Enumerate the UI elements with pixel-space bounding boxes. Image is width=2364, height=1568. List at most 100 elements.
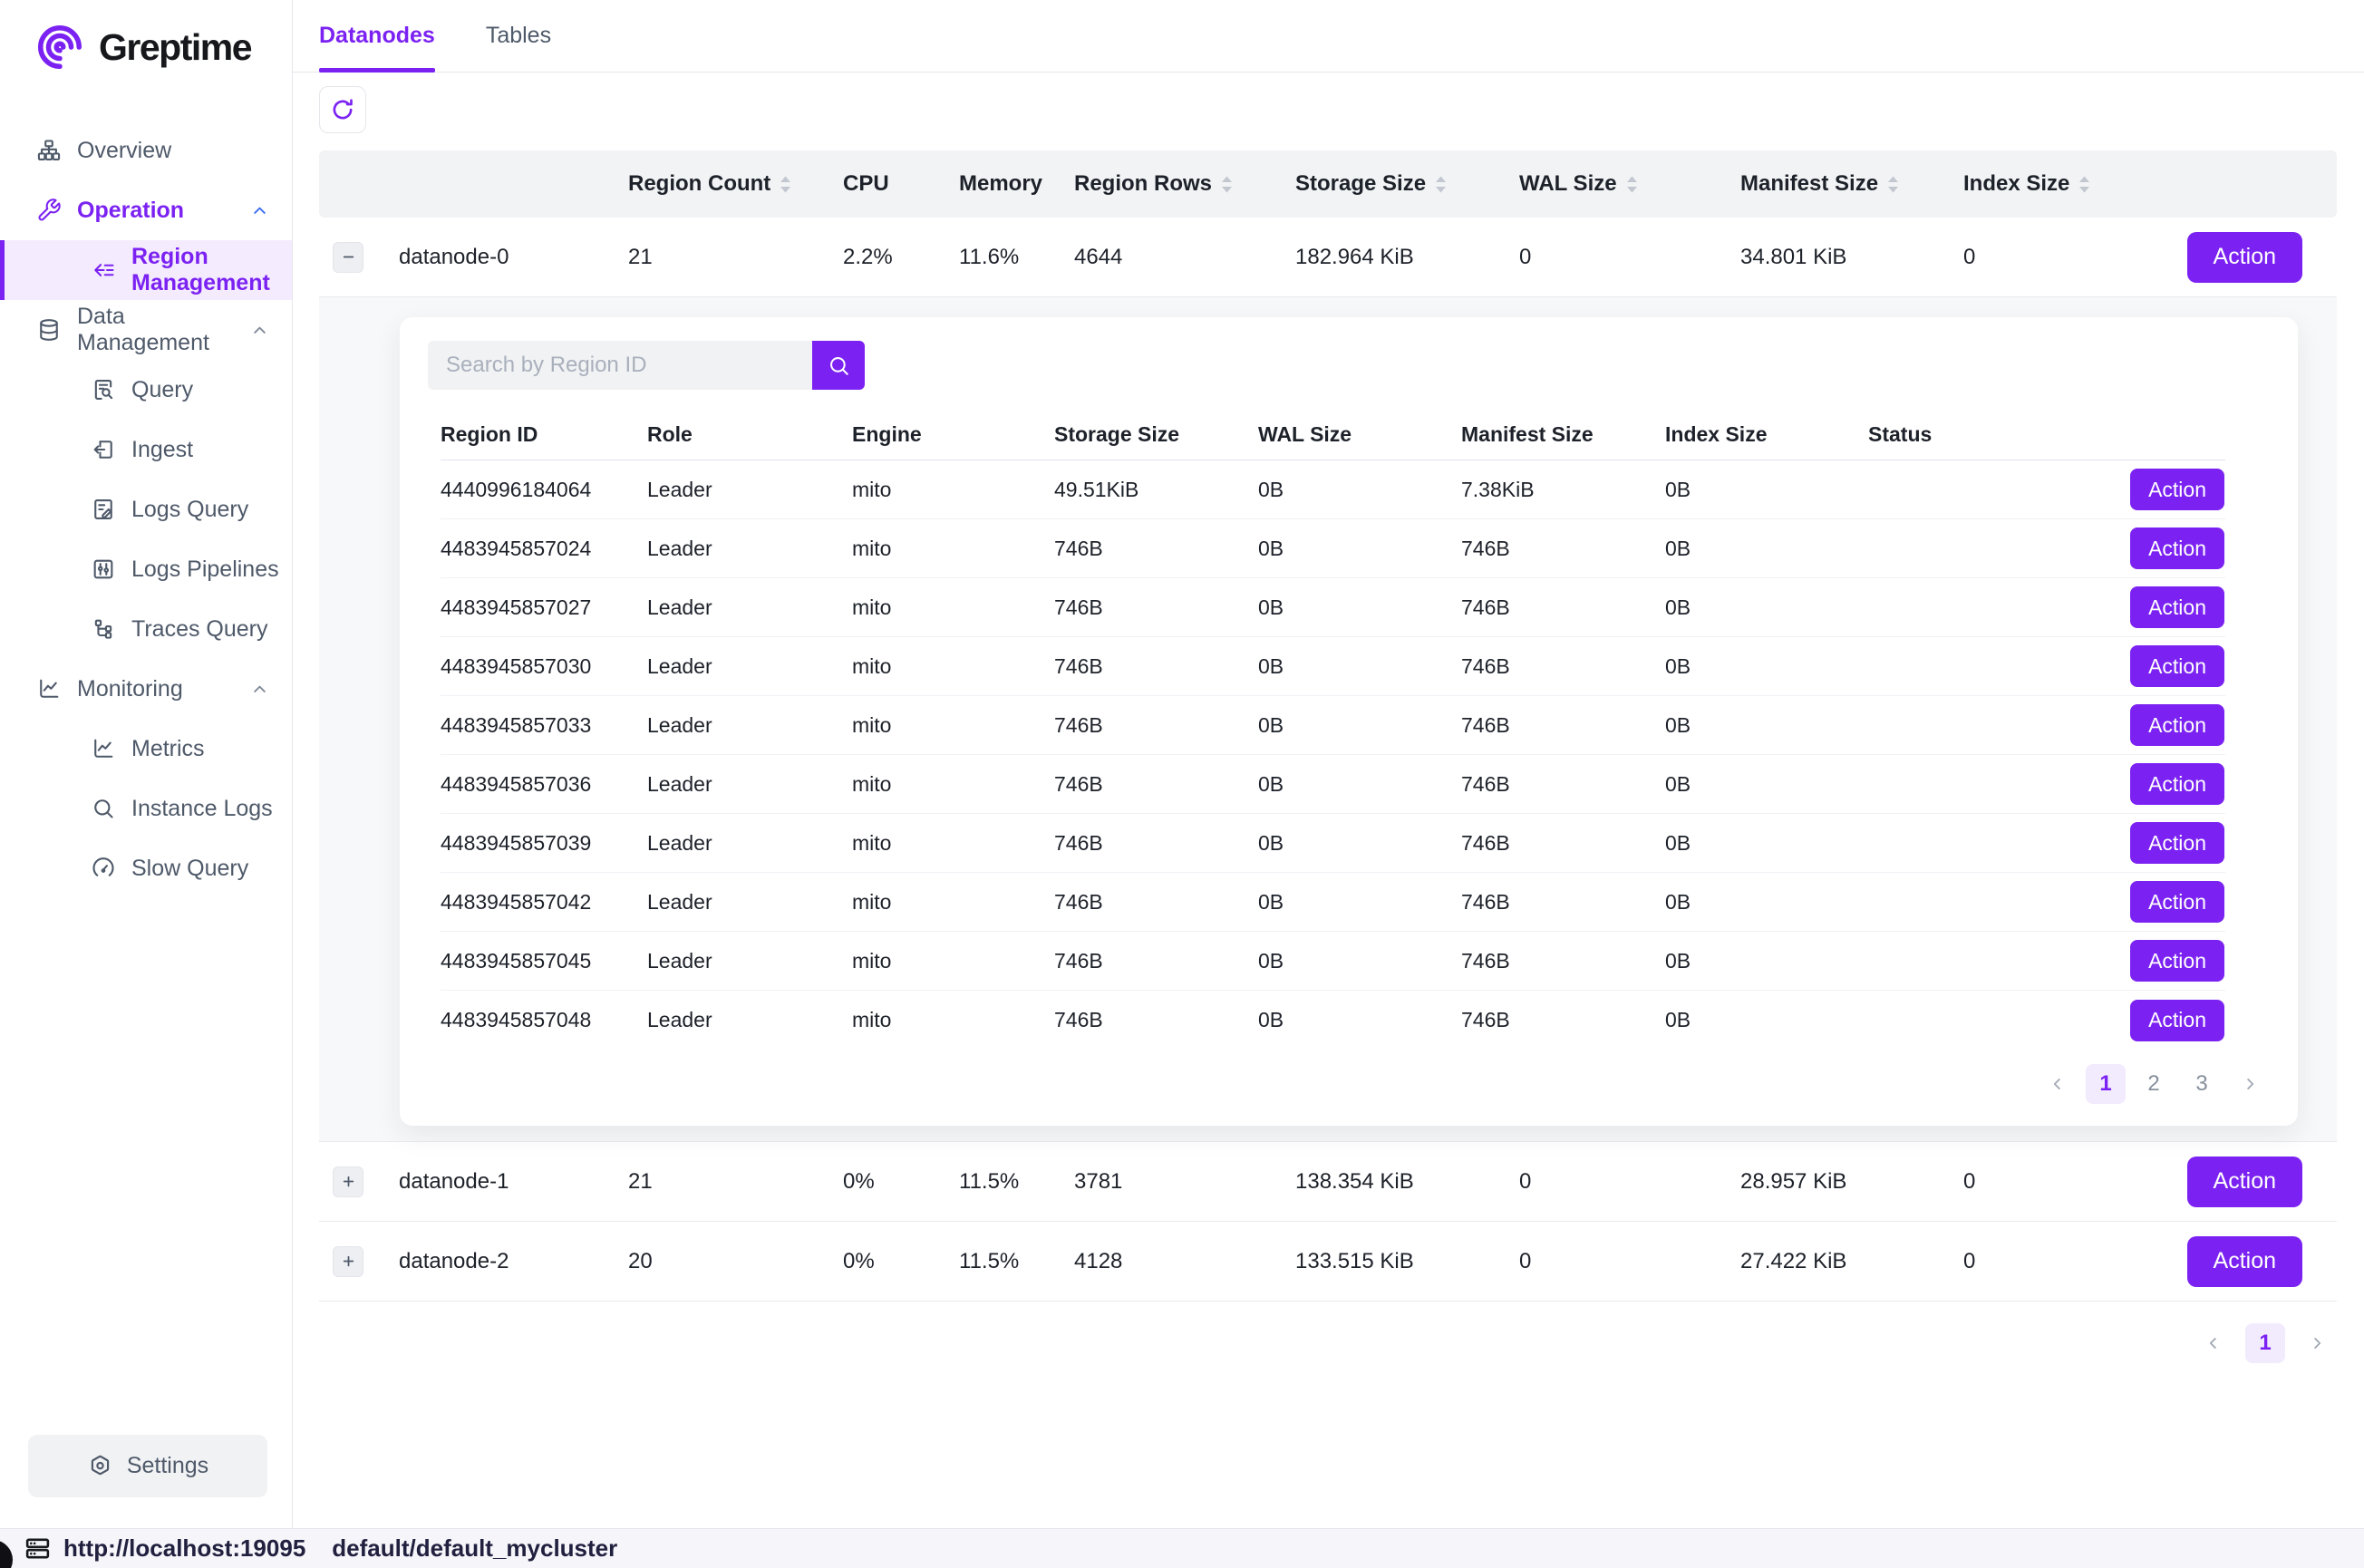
cell-wal-size: 0B [1258,478,1461,502]
sort-icon[interactable] [780,176,791,193]
tab-tables[interactable]: Tables [486,0,551,72]
header-cell-index-size[interactable]: Index Size [1942,171,2111,197]
region-action-button[interactable]: Action [2130,704,2224,746]
cell-manifest-size: 746B [1461,831,1665,856]
cell-action: Action [2063,645,2224,687]
header-cell-region-count[interactable]: Region Count [606,171,821,197]
cell-value: Leader [647,478,712,502]
datanodes-page-button[interactable]: 1 [2245,1323,2285,1363]
header-cell-storage-size[interactable]: Storage Size [1274,171,1497,197]
sort-icon[interactable] [1435,176,1447,193]
cell-value: 0B [1258,595,1284,620]
region-action-button[interactable]: Action [2130,586,2224,628]
header-cell-wal-size[interactable]: WAL Size [1497,171,1719,197]
sidebar-item-monitoring[interactable]: Monitoring [0,659,292,719]
ingest-icon [91,437,116,462]
sort-icon[interactable] [1887,176,1899,193]
column-label: Region Count [628,171,770,197]
refresh-button[interactable] [319,86,366,133]
datanodes-pagination: 1 [319,1323,2337,1363]
cell-storage-size: 746B [1054,772,1258,797]
regions-table: Region IDRoleEngineStorage SizeWAL SizeM… [441,410,2225,1050]
region-search-input[interactable] [428,341,812,390]
column-label: WAL Size [1519,171,1617,197]
sidebar-item-data-management[interactable]: Data Management [0,300,292,360]
region-action-button[interactable]: Action [2130,940,2224,982]
datanodes-next-page-button[interactable] [2297,1323,2337,1363]
region-search-button[interactable] [812,341,865,390]
regions-prev-page-button[interactable] [2038,1064,2078,1104]
datanode-action-button[interactable]: Action [2187,232,2302,283]
sidebar-item-logs-pipelines[interactable]: Logs Pipelines [0,539,292,599]
region-action-button[interactable]: Action [2130,822,2224,864]
sidebar-item-overview[interactable]: Overview [0,121,292,180]
cell-memory: 11.5% [937,1249,1052,1274]
sort-icon[interactable] [1626,176,1638,193]
region-action-button[interactable]: Action [2130,645,2224,687]
cell-value: 746B [1054,1008,1103,1032]
sidebar-item-instance-logs[interactable]: Instance Logs [0,779,292,838]
regions-page-button[interactable]: 3 [2182,1064,2222,1104]
sidebar-item-slow-query[interactable]: Slow Query [0,838,292,898]
cell-manifest-size: 746B [1461,537,1665,561]
line-chart-icon [91,736,116,761]
cell-value: 746B [1461,537,1510,561]
settings-button[interactable]: Settings [28,1435,267,1497]
cell-storage-size: 746B [1054,890,1258,915]
column-label: Memory [959,171,1042,197]
cell-value: Leader [647,831,712,856]
datanode-action-button[interactable]: Action [2187,1157,2302,1207]
sidebar-item-operation[interactable]: Operation [0,180,292,240]
column-label: Role [647,422,693,447]
sort-icon[interactable] [1221,176,1233,193]
datanode-row: datanode-0212.2%11.6%4644182.964 KiB034.… [319,218,2337,297]
datanode-action-button[interactable]: Action [2187,1236,2302,1287]
tab-datanodes[interactable]: Datanodes [319,0,435,72]
region-action-button[interactable]: Action [2130,763,2224,805]
cell-value: 0B [1665,949,1691,973]
cell-value: 0B [1665,890,1691,915]
cell-manifest-size: 746B [1461,890,1665,915]
sidebar-item-label: Instance Logs [131,796,273,822]
header-cell-manifest-size[interactable]: Manifest Size [1719,171,1942,197]
regions-page-button[interactable]: 2 [2134,1064,2174,1104]
expand-button[interactable] [333,1166,363,1197]
logs-query-icon [91,497,116,522]
chevron-up-icon[interactable] [249,320,270,341]
statusbar-url[interactable]: http://localhost:19095 [63,1534,305,1563]
cell-value: mito [852,595,891,620]
cell-value: mito [852,537,891,561]
regions-page-button[interactable]: 1 [2086,1064,2126,1104]
sidebar-item-ingest[interactable]: Ingest [0,420,292,479]
cell-value: 746B [1054,831,1103,856]
statusbar-cluster[interactable]: default/default_mycluster [332,1534,617,1563]
sort-icon[interactable] [2078,176,2090,193]
region-row: 4483945857042Leadermito746B0B746B0BActio… [441,873,2225,932]
sidebar-item-query[interactable]: Query [0,360,292,420]
region-action-button[interactable]: Action [2130,469,2224,510]
datanodes-prev-page-button[interactable] [2194,1323,2233,1363]
cell-region-id: 4483945857024 [441,537,647,561]
region-arrows-icon [91,257,116,283]
region-action-button[interactable]: Action [2130,528,2224,569]
header-cell-region-rows[interactable]: Region Rows [1052,171,1274,197]
sidebar-item-region-management[interactable]: Region Management [0,240,292,300]
chevron-up-icon[interactable] [249,679,270,700]
cell-value: Leader [647,713,712,738]
sidebar-item-logs-query[interactable]: Logs Query [0,479,292,539]
sidebar-item-traces-query[interactable]: Traces Query [0,599,292,659]
regions-next-page-button[interactable] [2230,1064,2270,1104]
collapse-button[interactable] [333,242,363,273]
sidebar-item-metrics[interactable]: Metrics [0,719,292,779]
cell-value: 133.515 KiB [1295,1249,1414,1274]
chevron-right-icon [2240,1074,2260,1094]
cell-value: 0B [1665,478,1691,502]
region-action-button[interactable]: Action [2130,1000,2224,1041]
expand-button[interactable] [333,1246,363,1277]
cell-index-size: 0B [1665,654,1868,679]
cell-value: mito [852,949,891,973]
region-action-button[interactable]: Action [2130,881,2224,923]
chevron-up-icon[interactable] [249,200,270,221]
cell-value: 4483945857030 [441,654,591,679]
cell-engine: mito [852,772,1054,797]
